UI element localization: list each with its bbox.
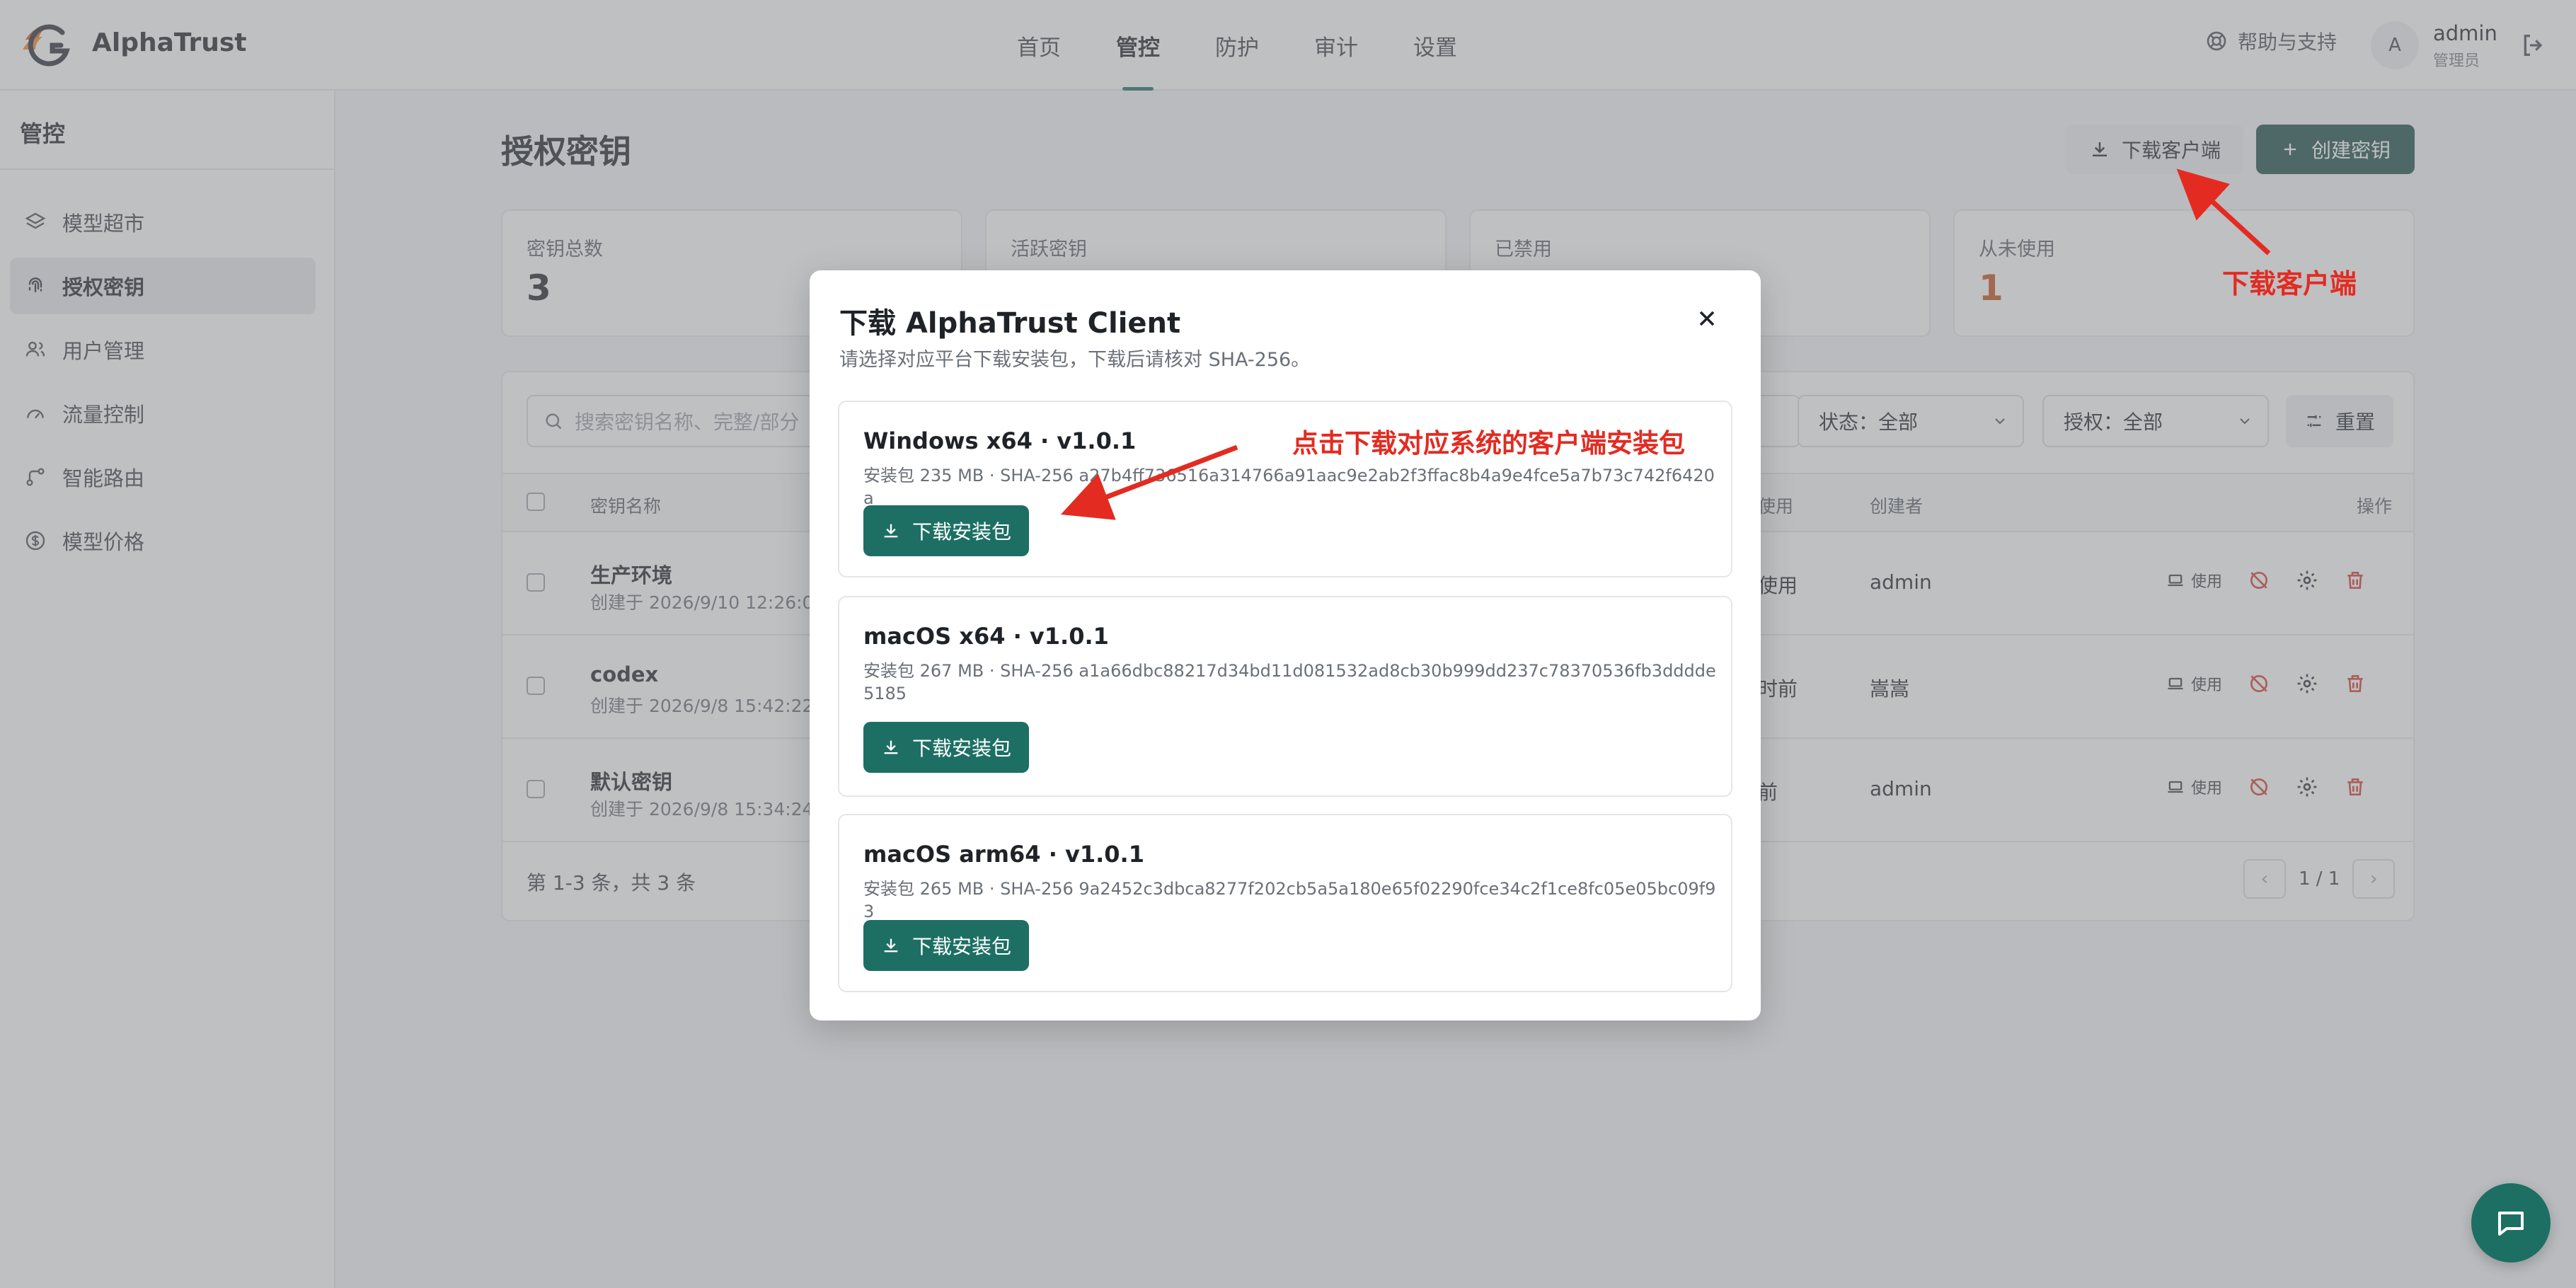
download-package-button[interactable]: 下载安装包 [863, 722, 1029, 773]
download-icon [884, 740, 898, 754]
download-package-label: 下载安装包 [912, 737, 1011, 760]
download-package-label: 下载安装包 [912, 935, 1011, 958]
download-package-label: 下载安装包 [912, 520, 1011, 544]
dialog-title: 下载 AlphaTrust Client [839, 307, 1181, 340]
annotation-install-package: 点击下载对应系统的客户端安装包 [1292, 428, 1685, 459]
package-card-macos-arm64: macOS arm64 · v1.0.1 安装包 265 MB · SHA-25… [838, 814, 1732, 992]
package-meta: 安装包 235 MB · SHA-256 a27b4ff736516a31476… [863, 466, 1715, 508]
chat-fab-button[interactable] [2471, 1183, 2551, 1263]
download-icon [884, 524, 898, 538]
download-client-dialog: 下载 AlphaTrust Client 请选择对应平台下载安装包，下载后请核对… [810, 270, 1761, 1020]
download-package-button[interactable]: 下载安装包 [863, 920, 1029, 971]
package-meta: 安装包 267 MB · SHA-256 a1a66dbc88217d34bd1… [863, 661, 1716, 703]
package-meta: 安装包 265 MB · SHA-256 9a2452c3dbca8277f20… [863, 879, 1716, 921]
annotation-download-client: 下载客户端 [2222, 268, 2357, 299]
package-title: macOS x64 · v1.0.1 [863, 623, 1109, 650]
close-icon[interactable] [1694, 306, 1720, 331]
dialog-subtitle: 请选择对应平台下载安装包，下载后请核对 SHA-256。 [839, 349, 1311, 371]
download-package-button[interactable]: 下载安装包 [863, 505, 1029, 556]
package-title: macOS arm64 · v1.0.1 [863, 841, 1144, 868]
package-card-macos-x64: macOS x64 · v1.0.1 安装包 267 MB · SHA-256 … [838, 596, 1732, 797]
download-icon [884, 938, 898, 953]
package-title: Windows x64 · v1.0.1 [863, 427, 1137, 454]
chat-icon [2498, 1212, 2524, 1236]
